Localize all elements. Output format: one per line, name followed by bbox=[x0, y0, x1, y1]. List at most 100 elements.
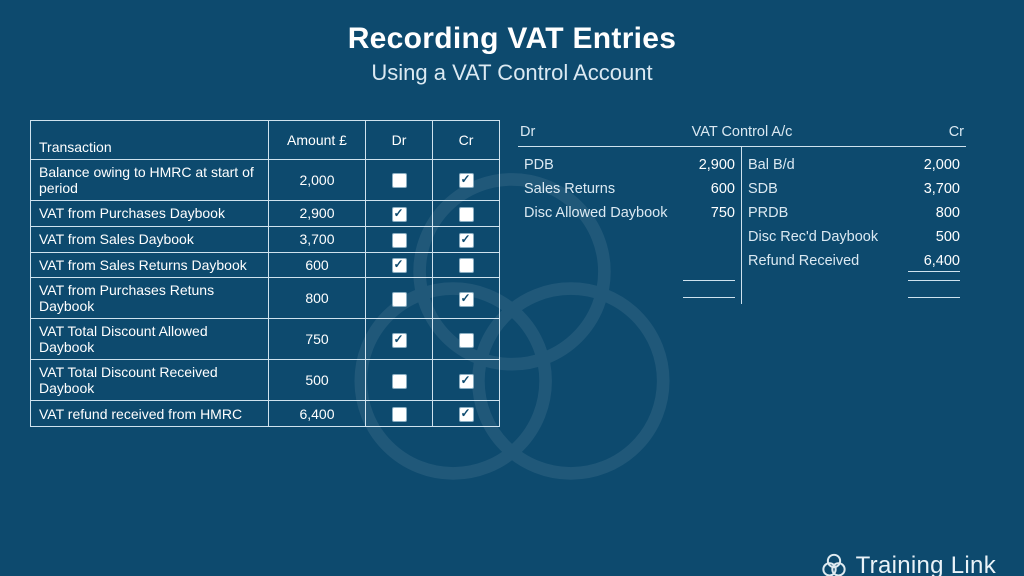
cell-transaction: VAT from Purchases Retuns Daybook bbox=[31, 278, 269, 319]
col-cr: Cr bbox=[433, 121, 500, 160]
t-account-entry: Bal B/d 2,000 bbox=[748, 153, 960, 177]
table-row: VAT from Sales Daybook3,700 bbox=[31, 226, 500, 252]
t-account: Dr VAT Control A/c Cr PDB 2,900 Sales Retu… bbox=[518, 120, 966, 304]
cell-amount: 2,900 bbox=[269, 201, 366, 227]
cr-checkbox[interactable] bbox=[459, 374, 474, 389]
cell-dr bbox=[366, 319, 433, 360]
transactions-table: Transaction Amount £ Dr Cr Balance owing… bbox=[30, 120, 500, 427]
dr-checkbox[interactable] bbox=[392, 374, 407, 389]
cell-amount: 750 bbox=[269, 319, 366, 360]
t-account-entry-label: Bal B/d bbox=[748, 157, 795, 173]
t-account-entry-value: 500 bbox=[908, 229, 960, 245]
t-account-entry: Sales Returns 600 bbox=[524, 177, 735, 201]
cell-transaction: VAT Total Discount Received Daybook bbox=[31, 360, 269, 401]
cell-transaction: VAT Total Discount Allowed Daybook bbox=[31, 319, 269, 360]
cell-dr bbox=[366, 360, 433, 401]
dr-checkbox[interactable] bbox=[392, 333, 407, 348]
t-account-entry-label: PRDB bbox=[748, 205, 788, 221]
cell-dr bbox=[366, 226, 433, 252]
page-subtitle: Using a VAT Control Account bbox=[0, 60, 1024, 86]
table-row: VAT from Purchases Retuns Daybook800 bbox=[31, 278, 500, 319]
cr-checkbox[interactable] bbox=[459, 207, 474, 222]
header: Recording VAT Entries Using a VAT Contro… bbox=[0, 22, 1024, 86]
cell-amount: 800 bbox=[269, 278, 366, 319]
t-account-entry-value: 750 bbox=[683, 205, 735, 221]
table-row: VAT from Sales Returns Daybook600 bbox=[31, 252, 500, 278]
cell-cr bbox=[433, 160, 500, 201]
col-transaction: Transaction bbox=[31, 121, 269, 160]
t-account-entry-label: Sales Returns bbox=[524, 181, 615, 197]
table-row: Balance owing to HMRC at start of period… bbox=[31, 160, 500, 201]
dr-checkbox[interactable] bbox=[392, 233, 407, 248]
cell-amount: 3,700 bbox=[269, 226, 366, 252]
t-account-entry-value: 600 bbox=[683, 181, 735, 197]
cr-checkbox[interactable] bbox=[459, 173, 474, 188]
t-account-entry-label: Refund Received bbox=[748, 253, 859, 272]
col-dr: Dr bbox=[366, 121, 433, 160]
cell-cr bbox=[433, 201, 500, 227]
table-row: VAT Total Discount Allowed Daybook750 bbox=[31, 319, 500, 360]
cell-amount: 500 bbox=[269, 360, 366, 401]
dr-checkbox[interactable] bbox=[392, 292, 407, 307]
cell-cr bbox=[433, 278, 500, 319]
cell-dr bbox=[366, 201, 433, 227]
cell-cr bbox=[433, 226, 500, 252]
dr-checkbox[interactable] bbox=[392, 173, 407, 188]
page-title: Recording VAT Entries bbox=[0, 22, 1024, 56]
cr-checkbox[interactable] bbox=[459, 333, 474, 348]
t-account-entry: Disc Allowed Daybook 750 bbox=[524, 201, 735, 225]
cell-amount: 2,000 bbox=[269, 160, 366, 201]
t-account-entry-label: Disc Rec'd Daybook bbox=[748, 229, 878, 245]
cell-cr bbox=[433, 252, 500, 278]
dr-checkbox[interactable] bbox=[392, 207, 407, 222]
t-account-entry-value: 2,900 bbox=[683, 157, 735, 173]
cell-dr bbox=[366, 252, 433, 278]
t-account-entry-label: PDB bbox=[524, 157, 554, 173]
t-account-dr-label: Dr bbox=[520, 124, 568, 140]
t-account-cr-label: Cr bbox=[916, 124, 964, 140]
t-account-entry-label: Disc Allowed Daybook bbox=[524, 205, 667, 221]
t-account-credit-total-area bbox=[742, 276, 966, 304]
t-account-title: VAT Control A/c bbox=[568, 124, 916, 140]
dr-checkbox[interactable] bbox=[392, 407, 407, 422]
cell-cr bbox=[433, 319, 500, 360]
t-account-entry-label: SDB bbox=[748, 181, 778, 197]
t-account-debit-column: PDB 2,900 Sales Returns 600 Disc Allowed Day… bbox=[518, 147, 742, 276]
col-amount: Amount £ bbox=[269, 121, 366, 160]
table-row: VAT Total Discount Received Daybook500 bbox=[31, 360, 500, 401]
cell-transaction: VAT from Purchases Daybook bbox=[31, 201, 269, 227]
t-account-credit-column: Bal B/d 2,000 SDB 3,700 PRDB 800 Disc Rec'd Da… bbox=[742, 147, 966, 276]
table-row: VAT from Purchases Daybook2,900 bbox=[31, 201, 500, 227]
cell-dr bbox=[366, 160, 433, 201]
footer-brand: Training Link bbox=[820, 552, 996, 576]
t-account-entry-value: 6,400 bbox=[908, 253, 960, 272]
cell-dr bbox=[366, 278, 433, 319]
t-account-entry-value: 3,700 bbox=[908, 181, 960, 197]
cell-transaction: VAT refund received from HMRC bbox=[31, 401, 269, 427]
table-header-row: Transaction Amount £ Dr Cr bbox=[31, 121, 500, 160]
t-account-entry: PDB 2,900 bbox=[524, 153, 735, 177]
table-row: VAT refund received from HMRC6,400 bbox=[31, 401, 500, 427]
cell-transaction: Balance owing to HMRC at start of period bbox=[31, 160, 269, 201]
t-account-entry: SDB 3,700 bbox=[748, 177, 960, 201]
cell-cr bbox=[433, 360, 500, 401]
cell-amount: 6,400 bbox=[269, 401, 366, 427]
t-account-entry: Refund Received 6,400 bbox=[748, 249, 960, 276]
cr-checkbox[interactable] bbox=[459, 292, 474, 307]
brand-text: Training Link bbox=[856, 552, 996, 576]
cell-transaction: VAT from Sales Daybook bbox=[31, 226, 269, 252]
t-account-entry: Disc Rec'd Daybook 500 bbox=[748, 225, 960, 249]
cell-transaction: VAT from Sales Returns Daybook bbox=[31, 252, 269, 278]
t-account-debit-total-area bbox=[518, 276, 742, 304]
cell-cr bbox=[433, 401, 500, 427]
cr-checkbox[interactable] bbox=[459, 258, 474, 273]
cell-dr bbox=[366, 401, 433, 427]
dr-checkbox[interactable] bbox=[392, 258, 407, 273]
cr-checkbox[interactable] bbox=[459, 407, 474, 422]
cell-amount: 600 bbox=[269, 252, 366, 278]
t-account-entry: PRDB 800 bbox=[748, 201, 960, 225]
t-account-entry-value: 800 bbox=[908, 205, 960, 221]
brand-knot-icon bbox=[820, 552, 848, 576]
t-account-entry-value: 2,000 bbox=[908, 157, 960, 173]
cr-checkbox[interactable] bbox=[459, 233, 474, 248]
